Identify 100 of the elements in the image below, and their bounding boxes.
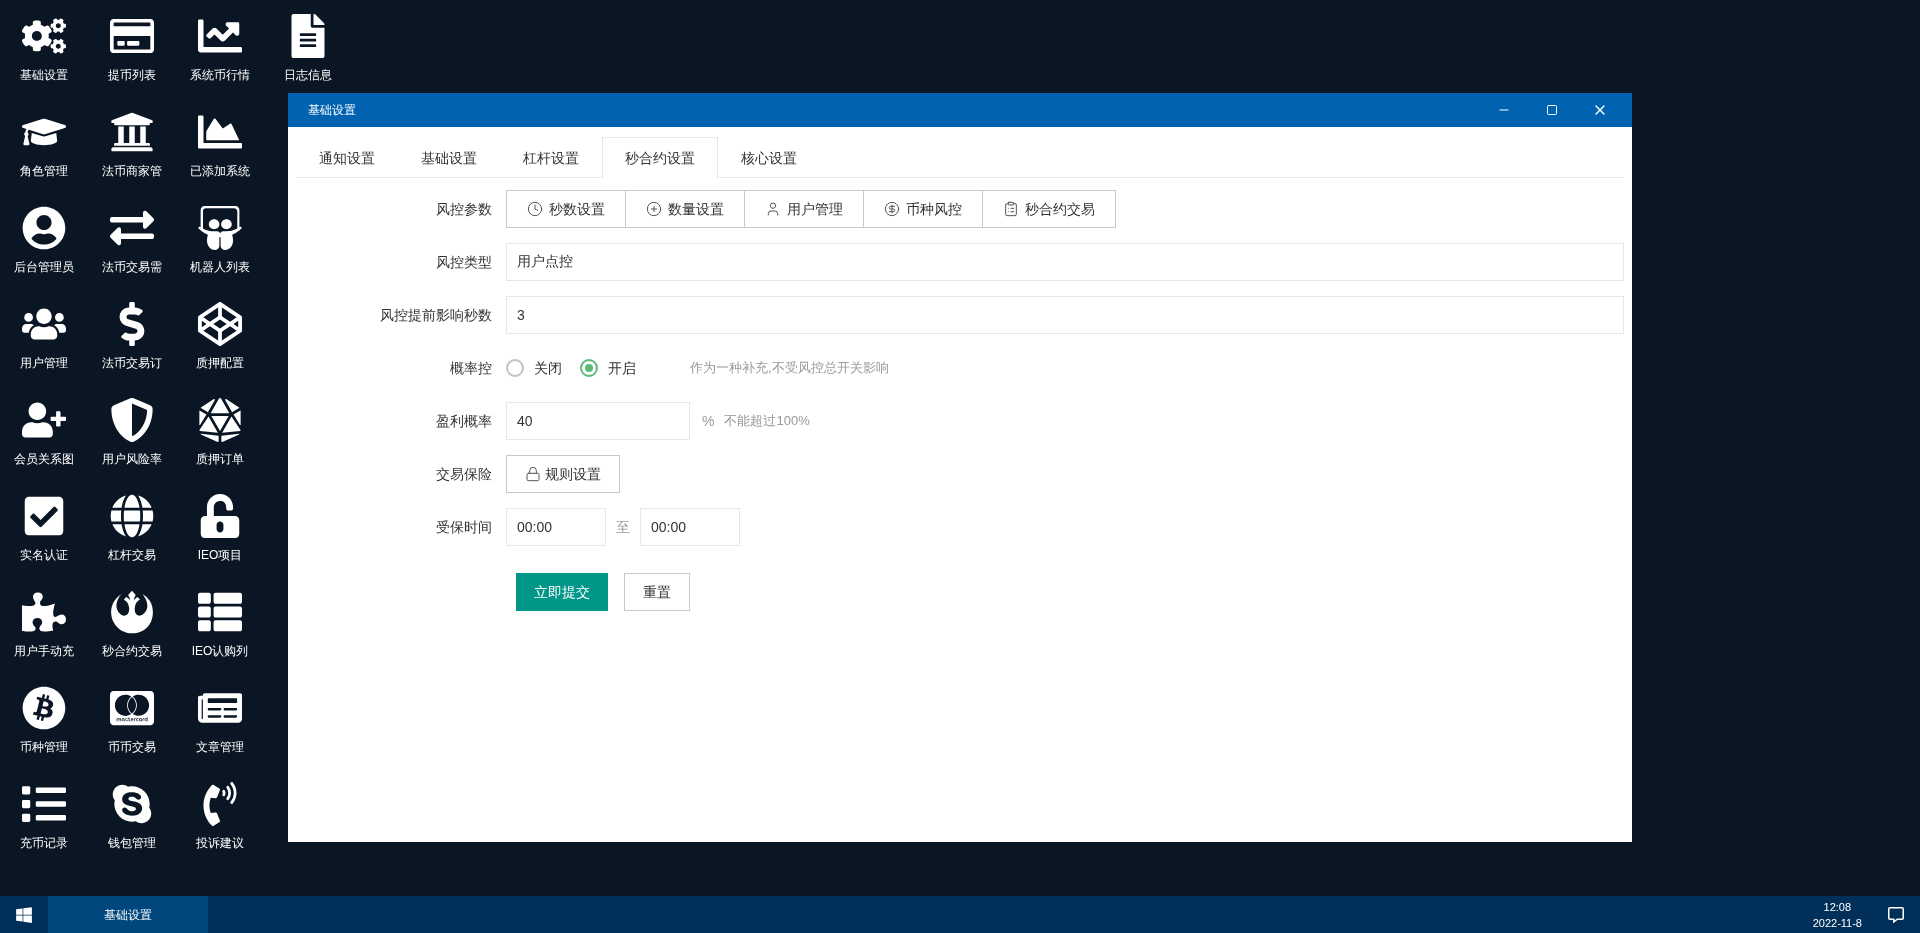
shortcut-label: 角色管理 [20, 163, 68, 180]
desktop-shortcut[interactable]: 投诉建议 [196, 782, 244, 852]
group-button[interactable]: 秒数设置 [506, 190, 626, 228]
clipboard-icon [1003, 201, 1019, 217]
group-button[interactable]: 币种风控 [863, 190, 983, 228]
desktop-shortcut[interactable]: 充币记录 [20, 782, 68, 852]
maximize-icon [1546, 104, 1558, 116]
desktop-shortcut[interactable]: 法币交易需 [102, 206, 162, 276]
group-button[interactable]: 用户管理 [744, 190, 864, 228]
field-label: 风控参数 [436, 199, 492, 219]
shortcut-label: 质押配置 [196, 355, 244, 372]
desktop-shortcut[interactable]: IEO项目 [197, 494, 243, 564]
tab[interactable]: 基础设置 [398, 137, 500, 179]
chat-icon [110, 782, 154, 826]
desktop-shortcut[interactable]: 法币商家管 [102, 110, 162, 180]
desktop-shortcut[interactable]: 基础设置 [20, 14, 68, 84]
shortcut-label: 系统币行情 [190, 67, 250, 84]
shortcut-label: 日志信息 [284, 67, 332, 84]
emblem-icon [110, 590, 154, 634]
desktop-shortcut[interactable]: 币种管理 [20, 686, 68, 756]
desktop-shortcut[interactable]: 实名认证 [20, 494, 68, 564]
shortcut-label: 法币商家管 [102, 163, 162, 180]
desktop-shortcut[interactable]: 秒合约交易 [102, 590, 162, 660]
submit-button[interactable]: 立即提交 [516, 573, 608, 611]
taskbar-item[interactable]: 基础设置 [48, 896, 208, 933]
field-label: 交易保险 [436, 464, 492, 484]
unlock-icon [198, 494, 242, 538]
people-board-icon [198, 206, 242, 250]
user-icon [765, 201, 781, 217]
tab[interactable]: 核心设置 [718, 137, 820, 179]
tab[interactable]: 秒合约设置 [602, 137, 718, 179]
text-field[interactable]: 用户点控 [506, 243, 1624, 281]
desktop-shortcut[interactable]: 日志信息 [284, 14, 332, 84]
desktop-shortcut[interactable]: 提币列表 [108, 14, 156, 84]
shortcut-label: 机器人列表 [190, 259, 250, 276]
unit-label: % [702, 411, 715, 431]
clock-date: 2022-11-8 [1812, 915, 1862, 931]
shortcut-label: 会员关系图 [14, 451, 74, 468]
desktop-shortcut[interactable]: 质押订单 [196, 398, 244, 468]
clock-time: 12:08 [1823, 899, 1852, 915]
shortcut-label: 提币列表 [108, 67, 156, 84]
shortcut-label: 充币记录 [20, 835, 68, 852]
text-field[interactable]: 3 [506, 296, 1624, 334]
shortcut-label: 实名认证 [20, 547, 68, 564]
dollar-icon [884, 201, 900, 217]
desktop-shortcut[interactable]: 会员关系图 [14, 398, 74, 468]
notification-icon[interactable] [1888, 906, 1904, 923]
desktop-shortcut[interactable]: 币币交易 [108, 686, 156, 756]
desktop-shortcut[interactable]: 杠杆交易 [108, 494, 156, 564]
shortcut-label: 用户手动充 [14, 643, 74, 660]
desktop-shortcut[interactable]: 机器人列表 [190, 206, 250, 276]
text-field[interactable]: 40 [506, 402, 690, 440]
desktop-shortcut[interactable]: 用户管理 [20, 302, 68, 372]
desktop-shortcut[interactable]: IEO认购列 [191, 590, 249, 660]
shortcut-label: 法币交易需 [102, 259, 162, 276]
windows-icon [15, 905, 33, 924]
desktop-shortcut[interactable]: 钱包管理 [108, 782, 156, 852]
field-label: 风控类型 [436, 252, 492, 272]
tab[interactable]: 杠杆设置 [500, 137, 602, 179]
hexagon-icon [198, 398, 242, 442]
shortcut-label: 基础设置 [20, 67, 68, 84]
list-icon [198, 590, 242, 634]
shortcut-label: 用户管理 [20, 355, 68, 372]
shortcut-label: 已添加系统 [190, 163, 250, 180]
shortcut-label: 投诉建议 [196, 835, 244, 852]
radio-button[interactable] [580, 359, 598, 377]
shortcut-label: 法币交易订 [102, 355, 162, 372]
desktop-shortcut[interactable]: 文章管理 [196, 686, 244, 756]
clock-icon [527, 201, 543, 217]
field-label: 盈利概率 [436, 411, 492, 431]
shortcut-label: 用户风险率 [102, 451, 162, 468]
group-button[interactable]: 数量设置 [625, 190, 745, 228]
shortcut-label: 币种管理 [20, 739, 68, 756]
desktop-shortcut[interactable]: 质押配置 [196, 302, 244, 372]
shortcut-label: 后台管理员 [14, 259, 74, 276]
bitcoin-icon [22, 686, 66, 730]
rules-button[interactable]: 规则设置 [506, 455, 620, 493]
group-button[interactable]: 秒合约交易 [982, 190, 1116, 228]
desktop-shortcut[interactable]: 后台管理员 [14, 206, 74, 276]
radio-label: 关闭 [534, 358, 562, 378]
desktop-shortcut[interactable]: 法币交易订 [102, 302, 162, 372]
tab[interactable]: 通知设置 [296, 137, 398, 179]
lock-icon [525, 466, 541, 482]
window-title: 基础设置 [308, 102, 357, 119]
time-field[interactable]: 00:00 [640, 508, 740, 546]
desktop-shortcut[interactable]: 已添加系统 [190, 110, 250, 180]
desktop-shortcut[interactable]: 角色管理 [20, 110, 68, 180]
shortcut-label: IEO项目 [197, 547, 243, 564]
desktop-shortcut[interactable]: 系统币行情 [190, 14, 250, 84]
time-field[interactable]: 00:00 [506, 508, 606, 546]
shortcut-label: IEO认购列 [191, 643, 249, 660]
desktop-shortcut[interactable]: 用户风险率 [102, 398, 162, 468]
desktop-shortcut[interactable]: 用户手动充 [14, 590, 74, 660]
shortcut-label: 杠杆交易 [108, 547, 156, 564]
radio-button[interactable] [506, 359, 524, 377]
globe-icon [110, 494, 154, 538]
reset-button[interactable]: 重置 [624, 573, 690, 611]
hint-text: 不能超过100% [724, 412, 810, 431]
field-label: 受保时间 [436, 517, 492, 537]
shortcut-label: 质押订单 [196, 451, 244, 468]
